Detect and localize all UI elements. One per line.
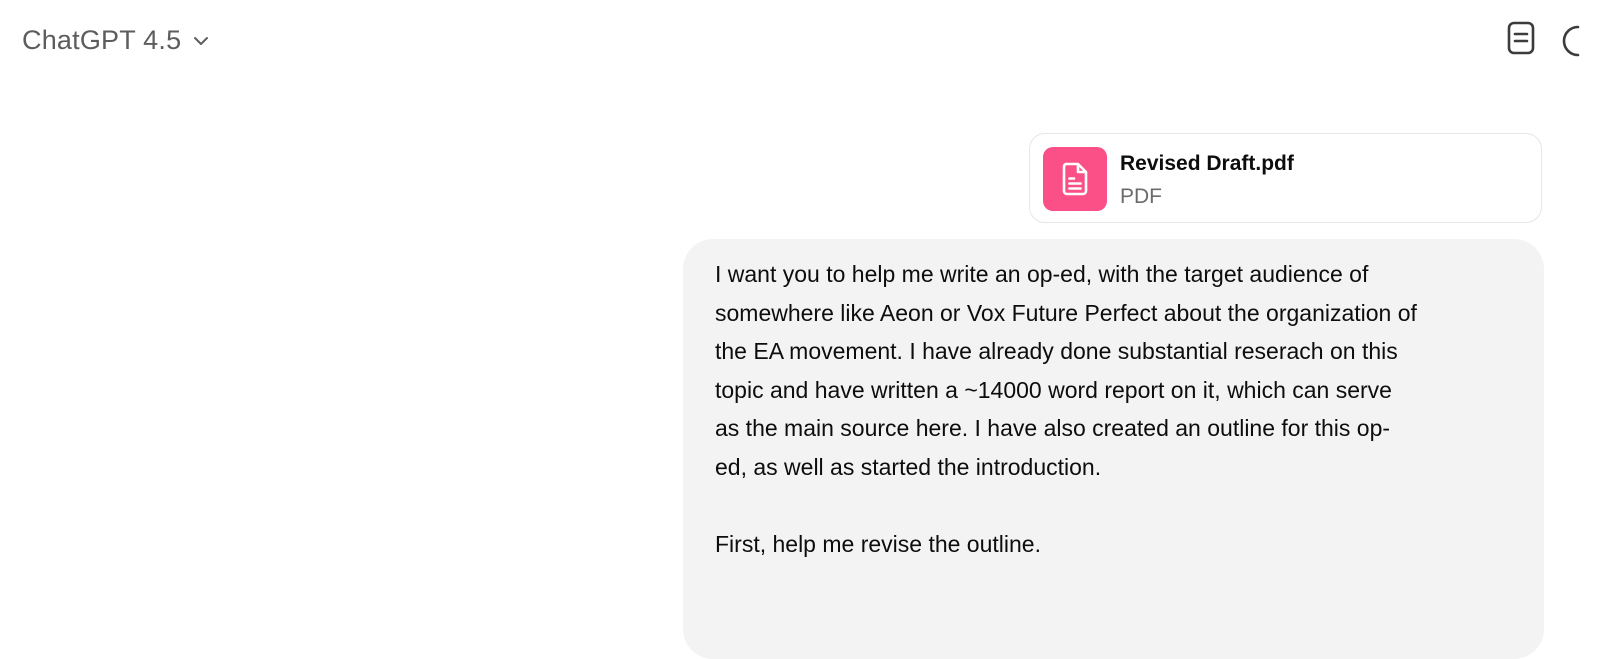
attachment-card[interactable]: Revised Draft.pdf PDF bbox=[1029, 133, 1542, 223]
document-icon bbox=[1506, 21, 1536, 60]
message-paragraph: First, help me revise the outline. bbox=[715, 530, 1041, 557]
chevron-down-icon bbox=[191, 31, 211, 51]
header-action-button-partial[interactable] bbox=[1562, 24, 1582, 58]
attachment-file-name: Revised Draft.pdf bbox=[1120, 152, 1294, 175]
attachment-file-type: PDF bbox=[1120, 185, 1162, 208]
document-button[interactable] bbox=[1503, 21, 1539, 60]
chat-header: ChatGPT 4.5 bbox=[0, 0, 1600, 82]
file-document-icon bbox=[1043, 147, 1107, 211]
model-selector-button[interactable]: ChatGPT 4.5 bbox=[22, 20, 211, 60]
model-name-label: ChatGPT 4.5 bbox=[22, 24, 182, 55]
user-message-bubble: I want you to help me write an op-ed, wi… bbox=[683, 239, 1544, 659]
message-paragraph: I want you to help me write an op-ed, wi… bbox=[715, 261, 1417, 480]
